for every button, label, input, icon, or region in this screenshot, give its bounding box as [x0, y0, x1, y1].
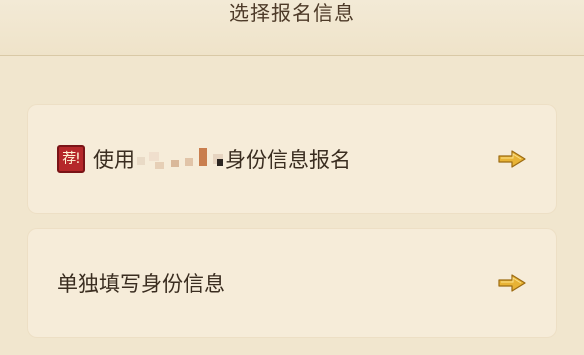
option-fill-identity[interactable]: 单独填写身份信息	[27, 228, 557, 338]
option-use-identity[interactable]: 荐! 使用 身份信息报名	[27, 104, 557, 214]
option-label: 单独填写身份信息	[57, 272, 225, 296]
header-bar: 选择报名信息	[0, 0, 584, 56]
redacted-name	[137, 148, 223, 170]
arrow-right-icon	[498, 150, 526, 168]
page-title: 选择报名信息	[229, 1, 355, 25]
arrow-right-icon	[498, 274, 526, 292]
option-label-prefix: 使用	[93, 148, 135, 172]
option-label-row: 荐! 使用 身份信息报名	[57, 104, 351, 214]
option-label-suffix: 身份信息报名	[225, 148, 351, 172]
recommend-badge: 荐!	[57, 145, 85, 173]
